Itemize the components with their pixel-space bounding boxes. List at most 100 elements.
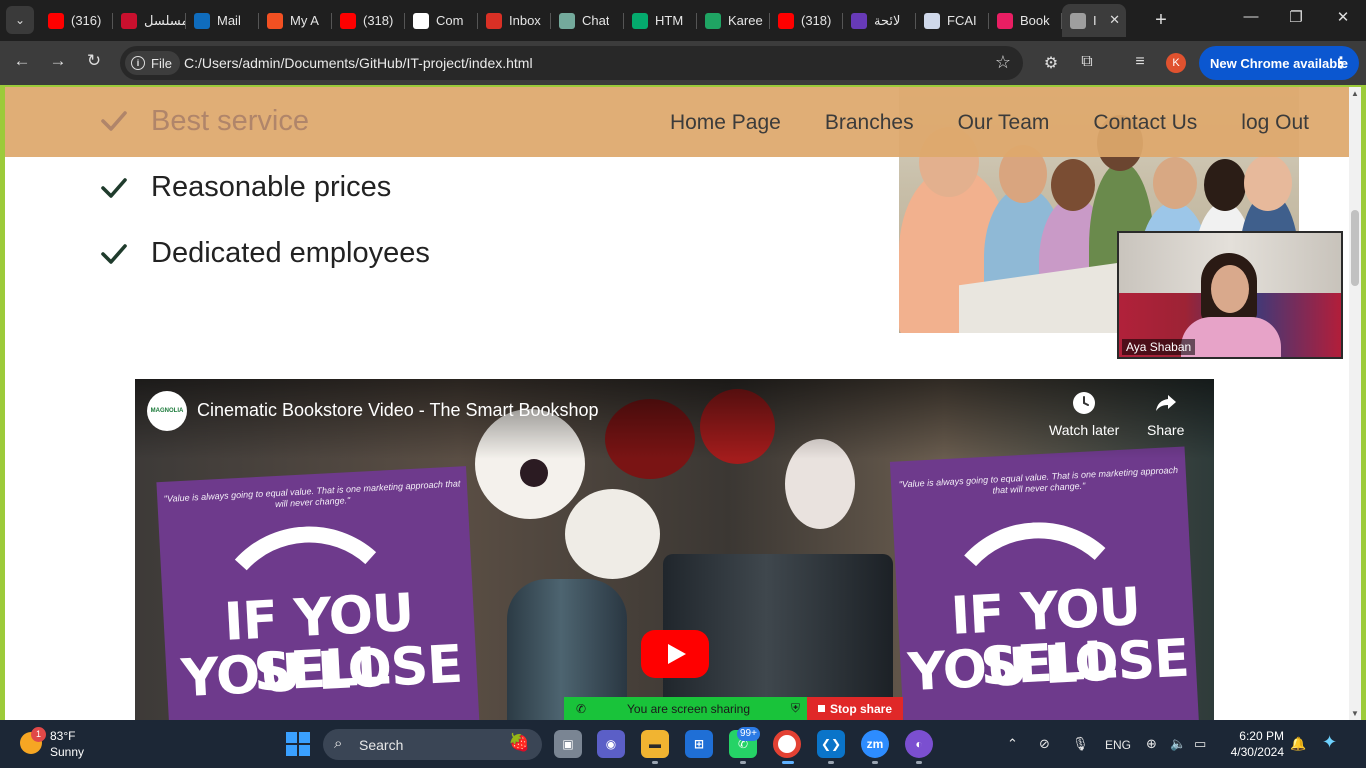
new-tab-button[interactable]: + xyxy=(1148,8,1174,34)
scroll-up-icon[interactable]: ▲ xyxy=(1349,89,1361,98)
new-chrome-available-button[interactable]: New Chrome available ⋮ xyxy=(1199,46,1359,80)
tab-title: (316) xyxy=(71,13,102,28)
tab-title: Com xyxy=(436,13,464,28)
copilot-icon[interactable]: ✦ xyxy=(1322,732,1337,753)
forward-arrow-icon[interactable]: → xyxy=(45,51,71,71)
tab[interactable]: (318) xyxy=(770,4,843,37)
poster-right: "Value is always going to equal value. T… xyxy=(889,446,1200,720)
extension-x-icon[interactable]: ⚙ xyxy=(1040,53,1062,73)
tab[interactable]: FCAI xyxy=(916,4,989,37)
profile-avatar[interactable]: K xyxy=(1166,53,1186,73)
close-window-icon[interactable]: ✕ xyxy=(1328,8,1358,26)
chatgpt-icon xyxy=(559,12,575,29)
update-label: New Chrome available xyxy=(1210,55,1348,71)
nav-link-our-team[interactable]: Our Team xyxy=(958,111,1050,135)
file-explorer-icon[interactable]: ▬ xyxy=(641,730,669,758)
stop-share-label: Stop share xyxy=(829,701,892,716)
gmail-icon xyxy=(486,12,502,29)
windows-start-icon[interactable] xyxy=(286,732,310,756)
youtube-icon xyxy=(340,12,356,29)
globe-icon[interactable]: ⊕ xyxy=(1146,736,1157,752)
tab-strip: ⌄ (316) مسلسل Mail My A (318) Com Inbox Chat HTM… xyxy=(0,0,1366,41)
play-button[interactable] xyxy=(641,630,709,678)
channel-logo[interactable]: MAGNOLIA xyxy=(147,391,187,431)
more-menu-icon[interactable]: ⋮ xyxy=(1333,53,1349,73)
zoom-icon[interactable]: zm xyxy=(861,730,889,758)
globe-icon xyxy=(1070,12,1086,29)
tab[interactable]: Karee xyxy=(697,4,770,37)
chevron-up-icon[interactable]: ⌃ xyxy=(1007,736,1018,752)
scroll-down-icon[interactable]: ▼ xyxy=(1349,709,1361,718)
watch-later-button[interactable]: Watch later xyxy=(1049,391,1119,438)
tab-title: Book xyxy=(1020,13,1050,28)
screen-sharing-status[interactable]: ✆ You are screen sharing ⛨ xyxy=(564,697,807,720)
tab[interactable]: Com xyxy=(405,4,478,37)
vscode-icon[interactable]: ❮❯ xyxy=(817,730,845,758)
nav-link-home[interactable]: Home Page xyxy=(670,111,781,135)
google-drive-icon xyxy=(705,12,721,29)
teams-icon[interactable]: ◉ xyxy=(597,730,625,758)
video-title[interactable]: Cinematic Bookstore Video - The Smart Bo… xyxy=(197,400,599,421)
w3schools-icon xyxy=(632,12,648,29)
minimize-icon[interactable]: — xyxy=(1236,8,1266,25)
poster-quote: "Value is always going to equal value. T… xyxy=(898,464,1179,496)
tab-close-icon[interactable]: ✕ xyxy=(1109,12,1120,28)
check-icon xyxy=(101,111,127,131)
restore-icon[interactable]: ❐ xyxy=(1281,8,1311,26)
reload-icon[interactable]: ↻ xyxy=(81,51,107,71)
weather-condition[interactable]: Sunny xyxy=(50,745,84,759)
scrollbar-thumb[interactable] xyxy=(1351,210,1359,286)
browser-toolbar: ← → ↻ i File C:/Users/admin/Documents/Gi… xyxy=(0,41,1366,85)
search-icon: ⌕ xyxy=(334,735,343,752)
tab-search-button[interactable]: ⌄ xyxy=(6,6,34,34)
tab-active[interactable]: I ✕ xyxy=(1062,4,1126,37)
tab[interactable]: HTM xyxy=(624,4,697,37)
tab[interactable]: My A xyxy=(259,4,332,37)
tab-title: (318) xyxy=(801,13,832,28)
site-icon xyxy=(121,12,137,29)
github-desktop-icon[interactable]: ◐ xyxy=(905,730,933,758)
notification-bell-icon[interactable]: 🔔 xyxy=(1290,736,1306,752)
taskbar-search[interactable]: ⌕ Search 🍓 xyxy=(323,729,542,760)
task-view-icon[interactable]: ▣ xyxy=(554,730,582,758)
youtube-embed[interactable]: "Value is always going to equal value. T… xyxy=(135,379,1214,720)
tab[interactable]: Mail xyxy=(186,4,259,37)
url-text[interactable]: C:/Users/admin/Documents/GitHub/IT-proje… xyxy=(184,55,533,71)
chrome-icon[interactable] xyxy=(773,730,801,758)
back-arrow-icon[interactable]: ← xyxy=(9,51,35,71)
stop-share-button[interactable]: Stop share xyxy=(807,697,903,720)
tab[interactable]: لائحة xyxy=(843,4,916,37)
language-indicator[interactable]: ENG xyxy=(1105,738,1131,752)
network-off-icon[interactable]: ⊘ xyxy=(1039,736,1050,752)
webcam-video[interactable]: Aya Shaban xyxy=(1117,231,1343,359)
page-scrollbar[interactable]: ▲ ▼ xyxy=(1349,87,1361,720)
nav-link-log-out[interactable]: log Out xyxy=(1241,111,1309,135)
poster-left: "Value is always going to equal value. T… xyxy=(156,466,480,720)
microsoft-store-icon[interactable]: ⊞ xyxy=(685,730,713,758)
volume-icon[interactable]: 🔈 xyxy=(1170,736,1186,752)
site-info-chip[interactable]: i File xyxy=(125,51,180,75)
poster-text-line2: YOU LOSE xyxy=(906,628,1191,704)
share-video-button[interactable]: Share xyxy=(1147,391,1184,438)
tab-title: (318) xyxy=(363,13,394,28)
tab[interactable]: (316) xyxy=(40,4,113,37)
extensions-puzzle-icon[interactable]: ⧉ xyxy=(1076,53,1098,71)
media-queue-icon[interactable]: ≡ xyxy=(1129,53,1151,71)
microphone-icon[interactable]: 🎙 xyxy=(1072,736,1089,752)
strawberry-icon: 🍓 xyxy=(508,733,530,752)
tab[interactable]: Book xyxy=(989,4,1062,37)
address-bar[interactable]: i File C:/Users/admin/Documents/GitHub/I… xyxy=(120,46,1023,80)
tab[interactable]: Chat xyxy=(551,4,624,37)
tab[interactable]: (318) xyxy=(332,4,405,37)
nav-link-branches[interactable]: Branches xyxy=(825,111,914,135)
tab[interactable]: مسلسل xyxy=(113,4,186,37)
battery-icon[interactable]: ▭ xyxy=(1194,736,1206,752)
clock-time: 6:20 PM xyxy=(1239,729,1284,743)
system-clock[interactable]: 6:20 PM 4/30/2024 xyxy=(1226,728,1284,760)
tab-title: HTM xyxy=(655,13,684,28)
tab[interactable]: Inbox xyxy=(478,4,551,37)
bookmark-star-icon[interactable]: ☆ xyxy=(995,52,1011,73)
poster-quote: "Value is always going to equal value. T… xyxy=(163,478,461,510)
weather-temp[interactable]: 83°F xyxy=(50,729,75,743)
nav-link-contact-us[interactable]: Contact Us xyxy=(1093,111,1197,135)
